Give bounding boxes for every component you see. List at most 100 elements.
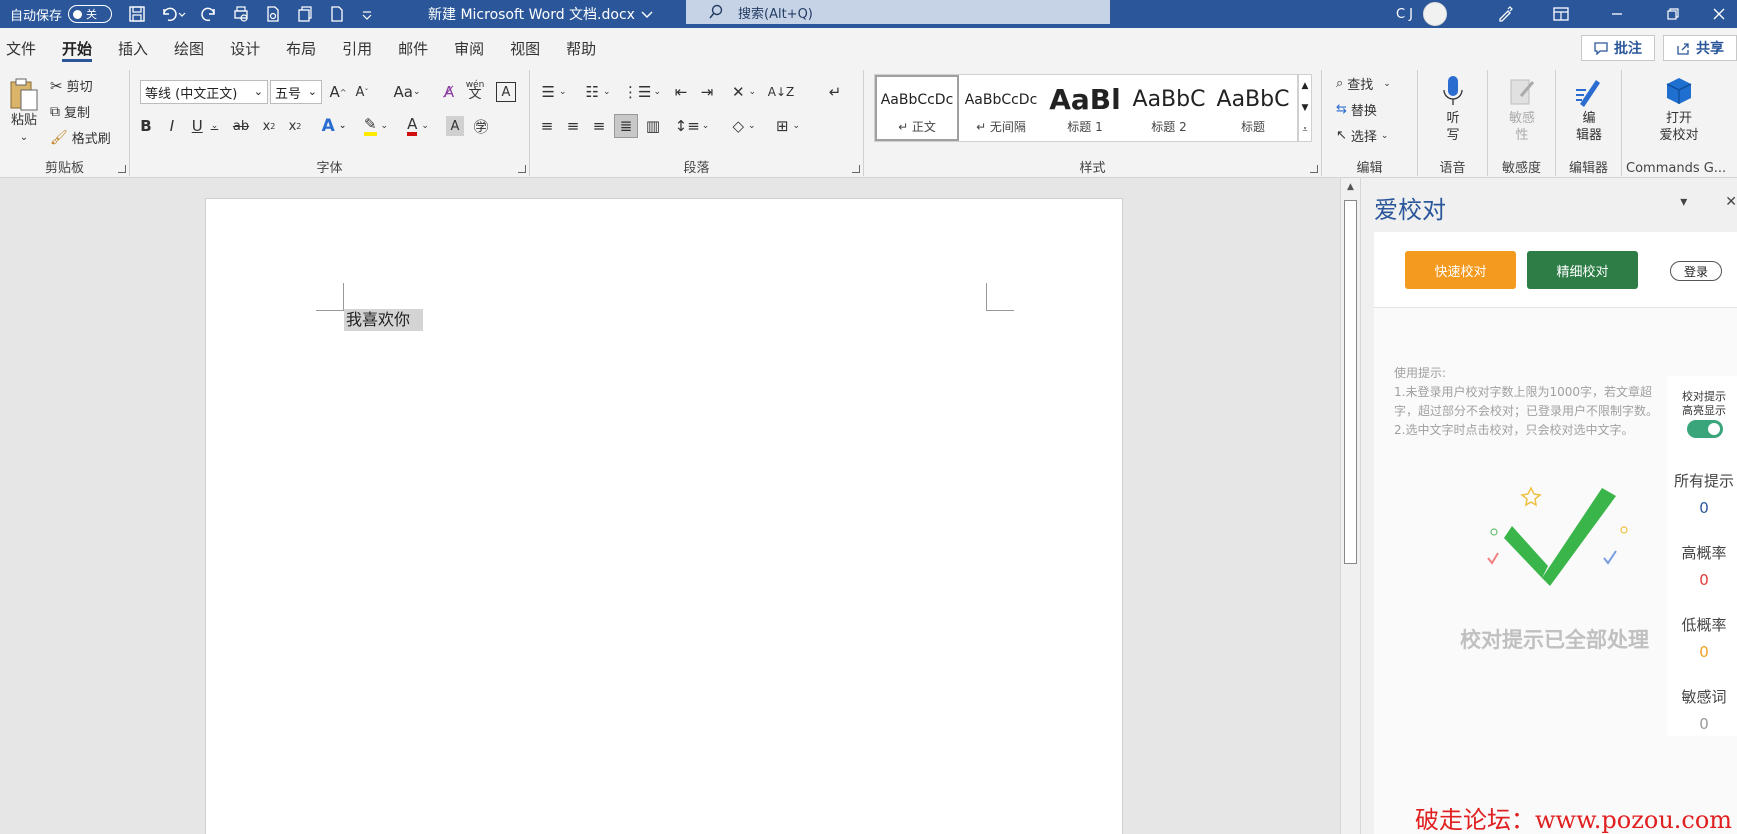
bullets-icon[interactable]: ☰ ⌄ — [536, 80, 572, 104]
align-left-icon[interactable]: ≡ — [536, 114, 558, 138]
read-mode-icon[interactable] — [264, 5, 282, 23]
open-proofread-button[interactable]: 打开 爱校对 — [1644, 74, 1714, 144]
borders-icon[interactable]: ⊞ ⌄ — [770, 114, 806, 138]
paste-button[interactable]: 粘贴 ⌄ — [4, 76, 44, 146]
more-styles-icon[interactable]: ⩡ — [1302, 125, 1307, 135]
stat-all[interactable]: 所有提示 0 — [1667, 470, 1737, 517]
chevron-down-icon[interactable]: ▼ — [1302, 103, 1309, 113]
selected-text[interactable]: 我喜欢你 — [344, 309, 424, 331]
highlight-icon[interactable]: ✎ ⌄ — [358, 114, 394, 138]
italic-icon[interactable]: I — [162, 114, 182, 138]
fine-check-button[interactable]: 精细校对 — [1527, 251, 1638, 289]
scrollbar-thumb[interactable] — [1344, 200, 1357, 564]
dialog-launcher-icon[interactable] — [1310, 165, 1318, 173]
decrease-indent-icon[interactable]: ⇤ — [670, 80, 692, 104]
redo-icon[interactable] — [200, 5, 218, 23]
customize-toolbar-icon[interactable] — [360, 5, 374, 23]
tab-mailings[interactable]: 邮件 — [385, 28, 441, 68]
search-box[interactable]: 搜索(Alt+Q) — [686, 0, 1110, 24]
stat-low[interactable]: 低概率 0 — [1667, 614, 1737, 661]
shrink-font-icon[interactable]: Aˇ — [352, 80, 372, 104]
show-marks-icon[interactable]: ↵ — [824, 80, 846, 104]
asian-layout-icon[interactable]: ✕ ⌄ — [726, 80, 762, 104]
character-shading-icon[interactable]: A — [446, 116, 464, 136]
change-case-icon[interactable]: Aa ⌄ — [390, 80, 424, 104]
tab-help[interactable]: 帮助 — [553, 28, 609, 68]
save-icon[interactable] — [128, 5, 146, 23]
increase-indent-icon[interactable]: ⇥ — [696, 80, 718, 104]
numbering-icon[interactable]: ☷ ⌄ — [580, 80, 616, 104]
dialog-launcher-icon[interactable] — [852, 165, 860, 173]
bold-icon[interactable]: B — [136, 114, 156, 138]
editor-button[interactable]: 编 辑器 — [1566, 74, 1612, 144]
enclose-characters-icon[interactable]: ㊫ — [470, 114, 492, 138]
strikethrough-icon[interactable]: ab — [228, 114, 254, 138]
clear-formatting-icon[interactable]: A̸ — [438, 80, 460, 104]
tab-draw[interactable]: 绘图 — [161, 28, 217, 68]
dictate-button[interactable]: 听 写 — [1436, 74, 1470, 144]
sensitivity-button[interactable]: 敏感 性 — [1500, 74, 1544, 144]
share-button[interactable]: 共享 — [1663, 35, 1737, 61]
quick-check-button[interactable]: 快速校对 — [1405, 251, 1516, 289]
style-heading-1[interactable]: AaBl 标题 1 — [1043, 75, 1127, 141]
document-title[interactable]: 新建 Microsoft Word 文档.docx — [428, 0, 653, 28]
text-effects-icon[interactable]: A ⌄ — [316, 114, 352, 138]
panel-options-icon[interactable]: ▾ — [1680, 194, 1687, 210]
format-painter-button[interactable]: 🖌 格式刷 — [50, 128, 111, 148]
justify-icon[interactable]: ≣ — [614, 114, 638, 138]
font-name-select[interactable]: 等线 (中文正文) ⌄ — [140, 80, 268, 104]
subscript-icon[interactable]: x2 — [258, 114, 280, 138]
tab-file[interactable]: 文件 — [0, 28, 49, 68]
style-no-spacing[interactable]: AaBbCcDc ↵ 无间隔 — [959, 75, 1043, 141]
character-border-icon[interactable]: A — [496, 82, 516, 102]
dialog-launcher-icon[interactable] — [518, 165, 526, 173]
ribbon-display-icon[interactable] — [1533, 0, 1589, 28]
align-center-icon[interactable]: ≡ — [562, 114, 584, 138]
print-preview-icon[interactable] — [232, 5, 250, 23]
minimize-icon[interactable] — [1589, 0, 1645, 28]
tab-view[interactable]: 视图 — [497, 28, 553, 68]
underline-icon[interactable]: U ⌄ — [188, 114, 222, 138]
restore-icon[interactable] — [1645, 0, 1701, 28]
highlight-toggle[interactable] — [1687, 420, 1723, 438]
new-document-icon[interactable] — [328, 5, 346, 23]
styles-scroll[interactable]: ▲ ▼ ⩡ — [1298, 74, 1312, 142]
avatar[interactable] — [1423, 2, 1447, 26]
replace-button[interactable]: ⇆ 替换 — [1336, 100, 1377, 119]
phonetic-guide-icon[interactable]: wén 文 — [464, 76, 486, 104]
distributed-icon[interactable]: ▥ — [642, 114, 664, 138]
superscript-icon[interactable]: x2 — [284, 114, 306, 138]
tab-insert[interactable]: 插入 — [105, 28, 161, 68]
font-size-select[interactable]: 五号 ⌄ — [270, 80, 322, 104]
style-heading-2[interactable]: AaBbC 标题 2 — [1127, 75, 1211, 141]
stat-sensitive[interactable]: 敏感词 0 — [1667, 686, 1737, 733]
tab-home[interactable]: 开始 — [49, 28, 105, 68]
pages-icon[interactable] — [296, 5, 314, 23]
select-button[interactable]: ↖ 选择 ⌄ — [1336, 126, 1388, 145]
chevron-up-icon[interactable]: ▲ — [1302, 81, 1309, 91]
sort-icon[interactable]: A↓Z — [768, 80, 794, 104]
grow-font-icon[interactable]: A ^ — [328, 80, 348, 104]
shading-icon[interactable]: ◇ ⌄ — [726, 114, 762, 138]
undo-icon[interactable] — [160, 5, 186, 23]
close-icon[interactable] — [1701, 0, 1737, 28]
font-color-icon[interactable]: A ⌄ — [400, 114, 436, 138]
document-page[interactable]: 我喜欢你 — [205, 198, 1123, 834]
align-right-icon[interactable]: ≡ — [588, 114, 610, 138]
dialog-launcher-icon[interactable] — [118, 165, 126, 173]
tab-references[interactable]: 引用 — [329, 28, 385, 68]
style-title[interactable]: AaBbC 标题 — [1211, 75, 1295, 141]
find-button[interactable]: ⌕ 查找 ⌄ — [1336, 74, 1391, 93]
login-button[interactable]: 登录 — [1670, 261, 1722, 281]
scroll-up-icon[interactable]: ▲ — [1341, 178, 1360, 196]
comments-button[interactable]: 批注 — [1581, 35, 1655, 61]
line-spacing-icon[interactable]: ↕≡ ⌄ — [674, 114, 710, 138]
panel-close-icon[interactable]: ✕ — [1725, 194, 1737, 210]
vertical-scrollbar[interactable]: ▲ — [1340, 178, 1360, 834]
tab-layout[interactable]: 布局 — [273, 28, 329, 68]
cut-button[interactable]: ✂ 剪切 — [50, 76, 93, 96]
copy-button[interactable]: ⧉ 复制 — [50, 102, 90, 122]
stat-high[interactable]: 高概率 0 — [1667, 542, 1737, 589]
pen-icon[interactable] — [1477, 0, 1533, 28]
autosave-toggle[interactable]: 关 — [68, 5, 113, 23]
